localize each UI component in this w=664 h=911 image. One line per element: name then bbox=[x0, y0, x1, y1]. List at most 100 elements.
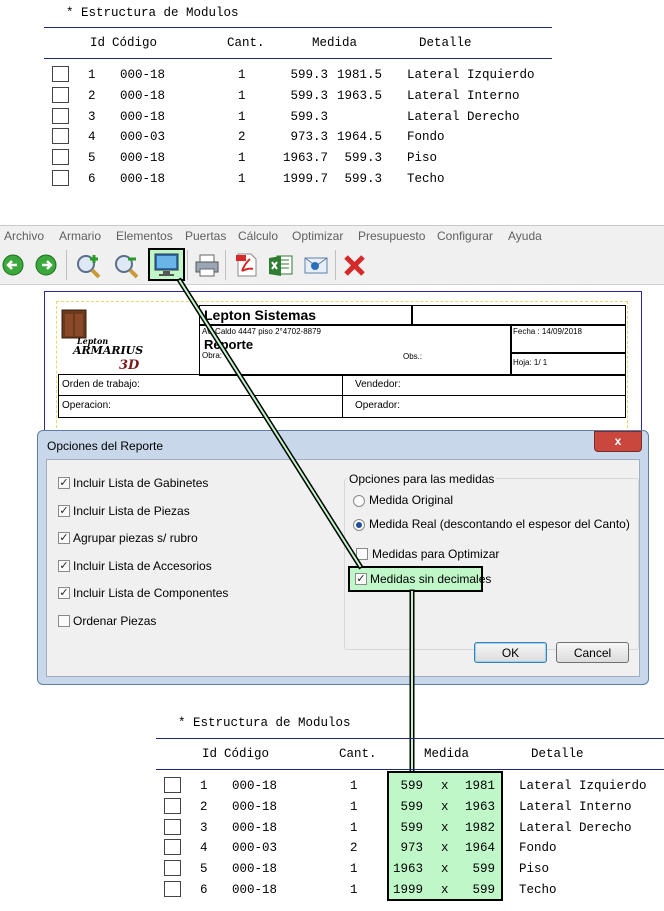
checkbox-option[interactable]: ✓ bbox=[58, 587, 70, 600]
forward-arrow-icon[interactable] bbox=[34, 251, 62, 279]
row-checkbox[interactable] bbox=[164, 797, 181, 814]
checkbox-medidas-optimizar[interactable] bbox=[356, 548, 368, 560]
toolbar-separator bbox=[66, 250, 67, 280]
close-button[interactable]: x bbox=[594, 431, 642, 452]
checkbox-option[interactable]: ✓ bbox=[58, 477, 70, 489]
radio-medida-original[interactable] bbox=[353, 495, 365, 507]
cell-medida-1: 599 bbox=[400, 779, 423, 793]
row-checkbox[interactable] bbox=[164, 777, 181, 793]
excel-icon[interactable] bbox=[267, 251, 295, 279]
cell-id: 1 bbox=[200, 779, 208, 793]
row-checkbox[interactable] bbox=[52, 66, 69, 82]
toolbar-separator bbox=[225, 250, 226, 280]
app-logo: Lepton ARMARIUS 3D bbox=[59, 306, 159, 374]
row-checkbox[interactable] bbox=[52, 107, 69, 124]
checkbox-medidas-optimizar-label: Medidas para Optimizar bbox=[372, 547, 500, 561]
menu-calculo[interactable]: Cálculo bbox=[238, 229, 278, 243]
radio-medida-real[interactable] bbox=[353, 519, 365, 531]
cell-codigo: 000-18 bbox=[232, 883, 278, 897]
row-checkbox[interactable] bbox=[52, 149, 69, 166]
cell-detalle: Lateral Interno bbox=[519, 799, 632, 814]
cell-cant: 1 bbox=[350, 820, 358, 835]
ok-button[interactable]: OK bbox=[474, 642, 547, 663]
row-checkbox[interactable] bbox=[164, 860, 181, 877]
cell-medida-1: 1999.7 bbox=[282, 172, 328, 186]
company-box: Lepton Sistemas bbox=[199, 305, 413, 326]
menu-configurar[interactable]: Configurar bbox=[437, 229, 493, 243]
cancel-button[interactable]: Cancel bbox=[556, 642, 629, 663]
cell-cant: 1 bbox=[350, 779, 358, 793]
row-checkbox[interactable] bbox=[52, 86, 69, 103]
cell-medida-1: 1999 bbox=[392, 883, 423, 897]
empty-header-box bbox=[411, 305, 626, 326]
menu-elementos[interactable]: Elementos bbox=[116, 229, 173, 243]
header-medida: Medida bbox=[312, 36, 358, 50]
cell-cant: 1 bbox=[350, 862, 358, 877]
cell-cant: 1 bbox=[238, 109, 246, 124]
checkbox-option-label: Agrupar piezas s/ rubro bbox=[73, 531, 198, 546]
cell-codigo: 000-18 bbox=[120, 172, 166, 186]
zoom-in-icon[interactable] bbox=[75, 251, 103, 279]
cell-medida-sep: x bbox=[441, 820, 449, 835]
checkbox-option-label: Incluir Lista de Piezas bbox=[73, 503, 190, 518]
highlight-sin-decimales: ✓ Medidas sin decimales bbox=[348, 566, 491, 592]
cell-id: 6 bbox=[200, 883, 208, 897]
dialog-title: Opciones del Reporte bbox=[47, 439, 164, 453]
divider bbox=[156, 738, 664, 739]
cell-detalle: Techo bbox=[519, 883, 557, 897]
cell-medida-1: 599.3 bbox=[290, 109, 328, 124]
dialog-body: ✓ Incluir Lista de Gabinetes ✓ Incluir List… bbox=[46, 459, 640, 677]
header-id: Id bbox=[202, 747, 218, 761]
row-checkbox[interactable] bbox=[164, 839, 181, 856]
cell-id: 2 bbox=[88, 88, 96, 103]
menu-ayuda[interactable]: Ayuda bbox=[508, 229, 542, 243]
checkbox-option[interactable]: ✓ bbox=[58, 559, 70, 572]
cell-detalle: Fondo bbox=[407, 130, 445, 145]
divider bbox=[44, 27, 552, 28]
divider bbox=[156, 769, 664, 770]
menu-presupuesto[interactable]: Presupuesto bbox=[358, 229, 425, 243]
cell-medida-1: 599 bbox=[400, 799, 423, 814]
menu-archivo[interactable]: Archivo bbox=[4, 229, 44, 243]
row-checkbox[interactable] bbox=[52, 128, 69, 145]
menu-puertas[interactable]: Puertas bbox=[185, 229, 226, 243]
checkbox-option[interactable] bbox=[58, 615, 70, 627]
work-order-box: Orden de trabajo: Vendedor: Operacion: O… bbox=[58, 374, 626, 418]
cell-codigo: 000-18 bbox=[120, 68, 166, 82]
cell-codigo: 000-18 bbox=[120, 151, 166, 166]
cell-medida-1: 599.3 bbox=[290, 68, 328, 82]
header-detalle: Detalle bbox=[419, 36, 472, 50]
checkbox-option-label: Incluir Lista de Accesorios bbox=[73, 558, 212, 573]
cell-medida-1: 599.3 bbox=[290, 88, 328, 103]
checkbox-option[interactable]: ✓ bbox=[58, 532, 70, 545]
row-checkbox[interactable] bbox=[164, 818, 181, 835]
checkbox-medidas-sin-decimales[interactable]: ✓ bbox=[355, 573, 367, 585]
cell-codigo: 000-18 bbox=[232, 779, 278, 793]
cell-medida-sep: x bbox=[441, 883, 449, 897]
row-checkbox[interactable] bbox=[164, 881, 181, 897]
row-checkbox[interactable] bbox=[52, 170, 69, 186]
cell-medida-2: 1964.5 bbox=[336, 130, 382, 145]
close-x-icon[interactable] bbox=[341, 251, 369, 279]
menu-armario[interactable]: Armario bbox=[59, 229, 101, 243]
cell-medida-sep: x bbox=[441, 862, 449, 877]
cell-medida-1: 1963.7 bbox=[282, 151, 328, 166]
cell-medida-2: 1963 bbox=[464, 799, 495, 814]
back-arrow-icon[interactable] bbox=[1, 251, 29, 279]
zoom-out-icon[interactable] bbox=[113, 251, 141, 279]
email-icon[interactable] bbox=[302, 251, 330, 279]
cell-codigo: 000-03 bbox=[120, 130, 166, 145]
cell-medida-sep: x bbox=[441, 799, 449, 814]
monitor-icon[interactable] bbox=[148, 248, 185, 281]
printer-icon[interactable] bbox=[193, 251, 221, 279]
cell-cant: 2 bbox=[350, 841, 358, 856]
checkbox-option-label: Incluir Lista de Gabinetes bbox=[73, 476, 209, 490]
menu-optimizar[interactable]: Optimizar bbox=[292, 229, 343, 243]
cell-medida-2: 1981.5 bbox=[336, 68, 382, 82]
cell-medida-2: 599.3 bbox=[344, 172, 382, 186]
checkbox-medidas-sin-decimales-label: Medidas sin decimales bbox=[370, 572, 492, 586]
cell-detalle: Lateral Izquierdo bbox=[407, 68, 535, 82]
pdf-icon[interactable] bbox=[233, 251, 261, 279]
checkbox-option[interactable]: ✓ bbox=[58, 504, 70, 517]
header-id: Id bbox=[90, 36, 106, 50]
